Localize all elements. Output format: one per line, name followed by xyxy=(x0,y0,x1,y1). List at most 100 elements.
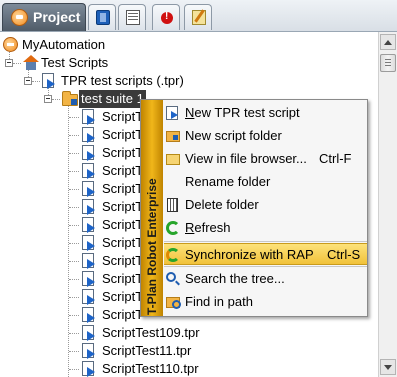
script-icon xyxy=(82,343,95,359)
tree-line xyxy=(69,117,79,118)
tree-node-script[interactable]: ScriptTest110.tpr xyxy=(0,360,378,377)
menu-item-label: Refresh xyxy=(185,220,231,235)
script-icon xyxy=(82,253,95,269)
menu-item-search-tree[interactable]: Search the tree... xyxy=(164,268,367,290)
refresh-icon xyxy=(166,221,180,235)
menu-item-label: Delete folder xyxy=(185,197,259,212)
script-icon xyxy=(82,181,95,197)
menu-item-new-folder[interactable]: New script folder xyxy=(164,125,367,147)
tree-line xyxy=(69,369,79,370)
tab-project[interactable]: Project xyxy=(2,3,86,31)
menu-item-rename[interactable]: Rename folder xyxy=(164,171,367,193)
tab-edit[interactable] xyxy=(184,4,212,30)
menu-item-synchronize[interactable]: Synchronize with RAP Ctrl-S xyxy=(164,243,367,265)
tree-line xyxy=(69,153,79,154)
scroll-thumb[interactable] xyxy=(380,54,396,72)
tree-node-label-selected: test suite 1 xyxy=(79,90,146,108)
script-label: ScriptT xyxy=(102,289,144,304)
sync-icon xyxy=(166,248,180,262)
test-scripts-icon xyxy=(23,55,39,70)
tpr-script-icon xyxy=(42,73,55,89)
tree-line xyxy=(69,261,79,262)
menu-item-label: Rename folder xyxy=(185,174,271,189)
script-icon xyxy=(82,217,95,233)
search-icon xyxy=(166,272,176,282)
script-label: ScriptT xyxy=(102,253,144,268)
script-label: ScriptTest109.tpr xyxy=(102,325,200,340)
script-label: ScriptT xyxy=(102,109,144,124)
tab-project-label: Project xyxy=(33,9,81,25)
tree-line xyxy=(69,225,79,226)
tree-line xyxy=(69,207,79,208)
menu-brand-label: T-Plan Robot Enterprise xyxy=(145,178,159,315)
script-icon xyxy=(82,163,95,179)
tree-line xyxy=(69,315,79,316)
project-icon xyxy=(11,9,28,26)
script-label: ScriptTest110.tpr xyxy=(102,361,199,376)
tree-line xyxy=(69,243,79,244)
book-icon xyxy=(96,10,110,25)
script-icon xyxy=(82,127,95,143)
tree-line xyxy=(69,279,79,280)
script-icon xyxy=(82,145,95,161)
open-folder-icon xyxy=(166,154,180,165)
table-icon xyxy=(126,10,140,25)
menu-separator xyxy=(164,241,367,242)
menu-item-refresh[interactable]: Refresh xyxy=(164,217,367,239)
tree-line xyxy=(69,333,79,334)
script-icon xyxy=(82,271,95,287)
script-icon xyxy=(82,325,95,341)
tree-node-script[interactable]: ScriptTest109.tpr xyxy=(0,324,378,342)
script-label: ScriptT xyxy=(102,235,144,250)
project-root-icon xyxy=(3,37,18,52)
script-icon xyxy=(82,199,95,215)
new-folder-icon xyxy=(166,131,180,142)
find-in-folder-icon xyxy=(166,297,181,309)
tree-node-root[interactable]: MyAutomation xyxy=(0,36,378,54)
tree-vertical-scrollbar[interactable] xyxy=(378,32,397,377)
tree-line xyxy=(69,135,79,136)
script-label: ScriptT xyxy=(102,217,144,232)
script-label: ScriptT xyxy=(102,199,144,214)
script-icon xyxy=(82,289,95,305)
tree-line xyxy=(69,351,79,352)
tree-node-test-scripts[interactable]: Test Scripts xyxy=(0,54,378,72)
tree-node-label: Test Scripts xyxy=(41,55,109,70)
menu-item-label: Synchronize with RAP xyxy=(185,247,314,262)
tree-node-script[interactable]: ScriptTest11.tpr xyxy=(0,342,378,360)
scroll-down-button[interactable] xyxy=(380,359,396,375)
menu-separator xyxy=(164,266,367,267)
script-icon xyxy=(82,307,95,323)
script-icon xyxy=(82,235,95,251)
tree-context-menu: T-Plan Robot Enterprise New TPR test scr… xyxy=(140,99,368,317)
menu-item-find-in-path[interactable]: Find in path xyxy=(164,291,367,313)
script-label: ScriptT xyxy=(102,145,144,160)
scroll-up-button[interactable] xyxy=(380,34,396,50)
tree-node-tpr-scripts[interactable]: TPR test scripts (.tpr) xyxy=(0,72,378,90)
tree-node-label: MyAutomation xyxy=(22,37,106,52)
script-label: ScriptT xyxy=(102,271,144,286)
tab-book[interactable] xyxy=(88,4,116,30)
menu-brand-strip: T-Plan Robot Enterprise xyxy=(141,100,163,316)
script-label: ScriptT xyxy=(102,307,144,322)
collapse-icon[interactable] xyxy=(44,95,52,103)
tree-line xyxy=(69,297,79,298)
tree-node-label: TPR test scripts (.tpr) xyxy=(61,73,184,88)
script-label: ScriptT xyxy=(102,181,144,196)
tab-table[interactable] xyxy=(118,4,146,30)
menu-item-shortcut: Ctrl-S xyxy=(327,247,361,262)
tab-errors[interactable] xyxy=(152,4,180,30)
menu-item-label: View in file browser... xyxy=(185,151,307,166)
tree-line xyxy=(69,189,79,190)
script-label: ScriptTest11.tpr xyxy=(102,343,192,358)
collapse-icon[interactable] xyxy=(5,59,13,67)
menu-item-view-in-browser[interactable]: View in file browser... Ctrl-F xyxy=(164,148,367,170)
menu-item-delete[interactable]: Delete folder xyxy=(164,194,367,216)
menu-item-label: New script folder xyxy=(185,128,282,143)
collapse-icon[interactable] xyxy=(24,77,32,85)
edit-icon xyxy=(192,10,206,25)
menu-item-label: New TPR test script xyxy=(185,105,300,120)
error-icon xyxy=(161,11,173,24)
suite-folder-icon xyxy=(62,91,78,106)
menu-item-new-script[interactable]: New TPR test script xyxy=(164,102,367,124)
